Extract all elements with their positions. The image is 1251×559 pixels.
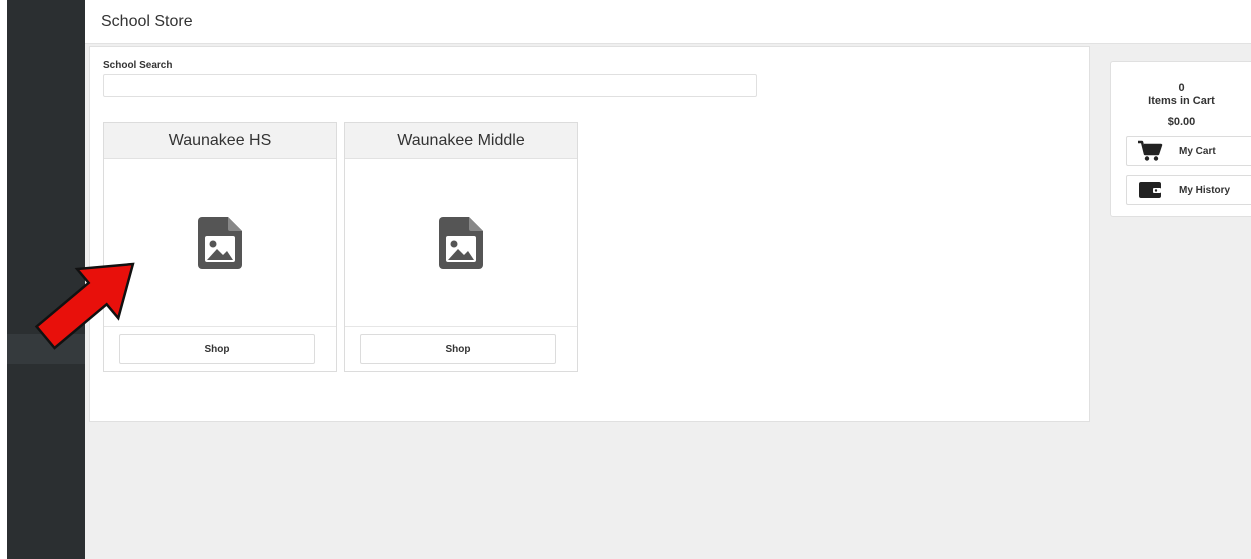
school-image bbox=[345, 159, 577, 327]
image-file-icon bbox=[198, 216, 242, 269]
wallet-icon bbox=[1135, 180, 1165, 200]
school-name: Waunakee Middle bbox=[345, 123, 577, 159]
my-cart-label: My Cart bbox=[1179, 145, 1216, 157]
shop-button[interactable]: Shop bbox=[360, 334, 556, 364]
shopping-cart-icon bbox=[1135, 140, 1165, 162]
school-card-waunakee-middle: Waunakee Middle Shop bbox=[344, 122, 578, 372]
my-history-label: My History bbox=[1179, 184, 1231, 196]
cart-items-label: Items in Cart bbox=[1148, 95, 1215, 107]
cart-panel: 0 Items in Cart $0.00 My Cart My History bbox=[1110, 61, 1251, 217]
page-header: School Store bbox=[85, 0, 1251, 44]
cart-item-count: 0 bbox=[1178, 82, 1185, 94]
school-search-input[interactable] bbox=[103, 74, 757, 97]
cart-total: $0.00 bbox=[1167, 116, 1196, 128]
my-cart-button[interactable]: My Cart bbox=[1126, 136, 1251, 166]
my-history-button[interactable]: My History bbox=[1126, 175, 1251, 205]
school-list-panel: School Search Waunakee HS Shop Waunakee … bbox=[89, 46, 1090, 422]
image-file-icon bbox=[439, 216, 483, 269]
school-search-label: School Search bbox=[103, 60, 173, 71]
school-name: Waunakee HS bbox=[104, 123, 336, 159]
red-arrow-icon bbox=[34, 262, 135, 350]
page-title: School Store bbox=[101, 13, 193, 30]
